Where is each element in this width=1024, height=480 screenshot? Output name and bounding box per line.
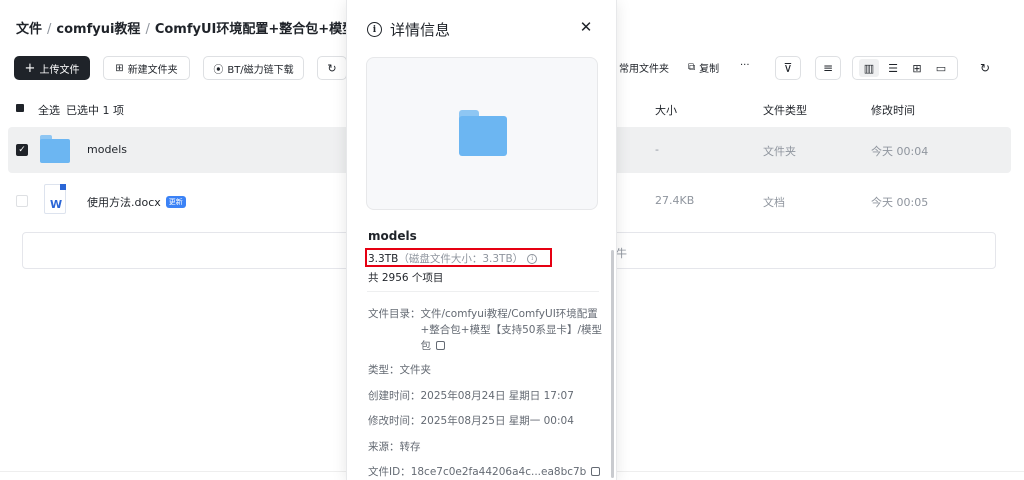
more-button[interactable]: ··· (740, 60, 750, 71)
grid-view-icon[interactable]: ⊞ (907, 59, 927, 77)
copy-icon[interactable] (591, 467, 601, 476)
refresh-circle-icon: ↻ (327, 61, 337, 75)
info-icon: i (367, 22, 382, 37)
file-preview (366, 57, 598, 210)
info-icon[interactable]: i (527, 253, 538, 264)
common-folder-button[interactable]: 常用文件夹 (619, 60, 669, 75)
column-modified[interactable]: 修改时间 (871, 102, 915, 118)
copy-button[interactable]: ⧉ 复制 (688, 60, 719, 75)
details-size: 3.3TB （磁盘文件大小：3.3TB） i (368, 251, 538, 266)
folder-icon (40, 135, 70, 163)
copy-icon[interactable] (436, 341, 445, 350)
copy-icon: ⧉ (688, 62, 696, 73)
details-created: 创建时间：2025年08月24日 星期日 17:07 (368, 390, 574, 402)
file-size: 27.4KB (655, 194, 695, 207)
details-panel: i 详情信息 ✕ models 3.3TB （磁盘文件大小：3.3TB） i 共… (346, 0, 617, 480)
details-type: 类型：文件夹 (368, 364, 431, 376)
upload-button[interactable]: + 上传文件 (14, 56, 90, 80)
close-icon[interactable]: ✕ (575, 16, 597, 38)
row-checkbox[interactable] (16, 195, 28, 207)
bt-icon: ⦿ (213, 64, 224, 76)
details-item-count: 共 2956 个项目 (368, 272, 444, 284)
row-checkbox[interactable]: ✓ (16, 144, 28, 156)
plus-icon: + (24, 60, 36, 76)
breadcrumb: 文件 / comfyui教程 / ComfyUI环境配置+整合包+模型【支 (16, 22, 382, 37)
new-folder-button[interactable]: ⊞ 新建文件夹 (103, 56, 190, 80)
details-modified: 修改时间：2025年08月25日 星期一 00:04 (368, 415, 574, 427)
selected-count: 已选中 1 项 (66, 104, 124, 117)
offline-download-button[interactable]: ↻ (317, 56, 347, 80)
preview-view-icon[interactable]: ▭ (931, 59, 951, 77)
file-type: 文档 (763, 196, 785, 209)
details-file-id: 文件ID：18ce7c0e2fa44206a4c...ea8bc7b (368, 464, 601, 480)
file-modified: 今天 00:05 (871, 196, 929, 209)
file-modified: 今天 00:04 (871, 145, 929, 158)
folder-icon (459, 110, 507, 156)
file-type: 文件夹 (763, 145, 796, 158)
breadcrumb-item[interactable]: 文件 (16, 22, 42, 37)
panel-scrollbar[interactable] (611, 250, 614, 478)
details-file-name: models (368, 229, 417, 243)
divider (367, 291, 599, 292)
breadcrumb-item[interactable]: comfyui教程 (56, 22, 140, 37)
sort-icon[interactable]: ≡ (815, 56, 841, 80)
folder-plus-icon: ⊞ (115, 62, 124, 74)
list-view-icon[interactable]: ☰ (883, 59, 903, 77)
update-badge: 更新 (165, 196, 186, 208)
file-size: - (655, 143, 659, 156)
bt-download-button[interactable]: ⦿ BT/磁力链下载 (203, 56, 304, 80)
column-size[interactable]: 大小 (655, 102, 677, 118)
select-all-checkbox[interactable] (16, 104, 24, 112)
column-view-icon[interactable]: ▥ (859, 59, 879, 77)
file-name[interactable]: models (87, 143, 127, 156)
filter-icon[interactable]: ⊽ (775, 56, 801, 80)
word-doc-icon: W (44, 184, 66, 214)
drop-row-text: 牛 (616, 247, 627, 260)
file-name[interactable]: 使用方法.docx 更新 (87, 194, 186, 210)
details-source: 来源：转存 (368, 441, 421, 453)
refresh-icon[interactable]: ↻ (972, 56, 998, 80)
details-header: i 详情信息 (367, 19, 450, 40)
column-type[interactable]: 文件类型 (763, 102, 807, 118)
view-mode-group: ▥ ☰ ⊞ ▭ (852, 56, 958, 80)
details-title: 详情信息 (390, 21, 451, 39)
select-all-label[interactable]: 全选 (38, 102, 60, 118)
details-directory: 文件目录： 文件/comfyui教程/ComfyUI环境配置+整合包+模型【支持… (368, 308, 602, 352)
